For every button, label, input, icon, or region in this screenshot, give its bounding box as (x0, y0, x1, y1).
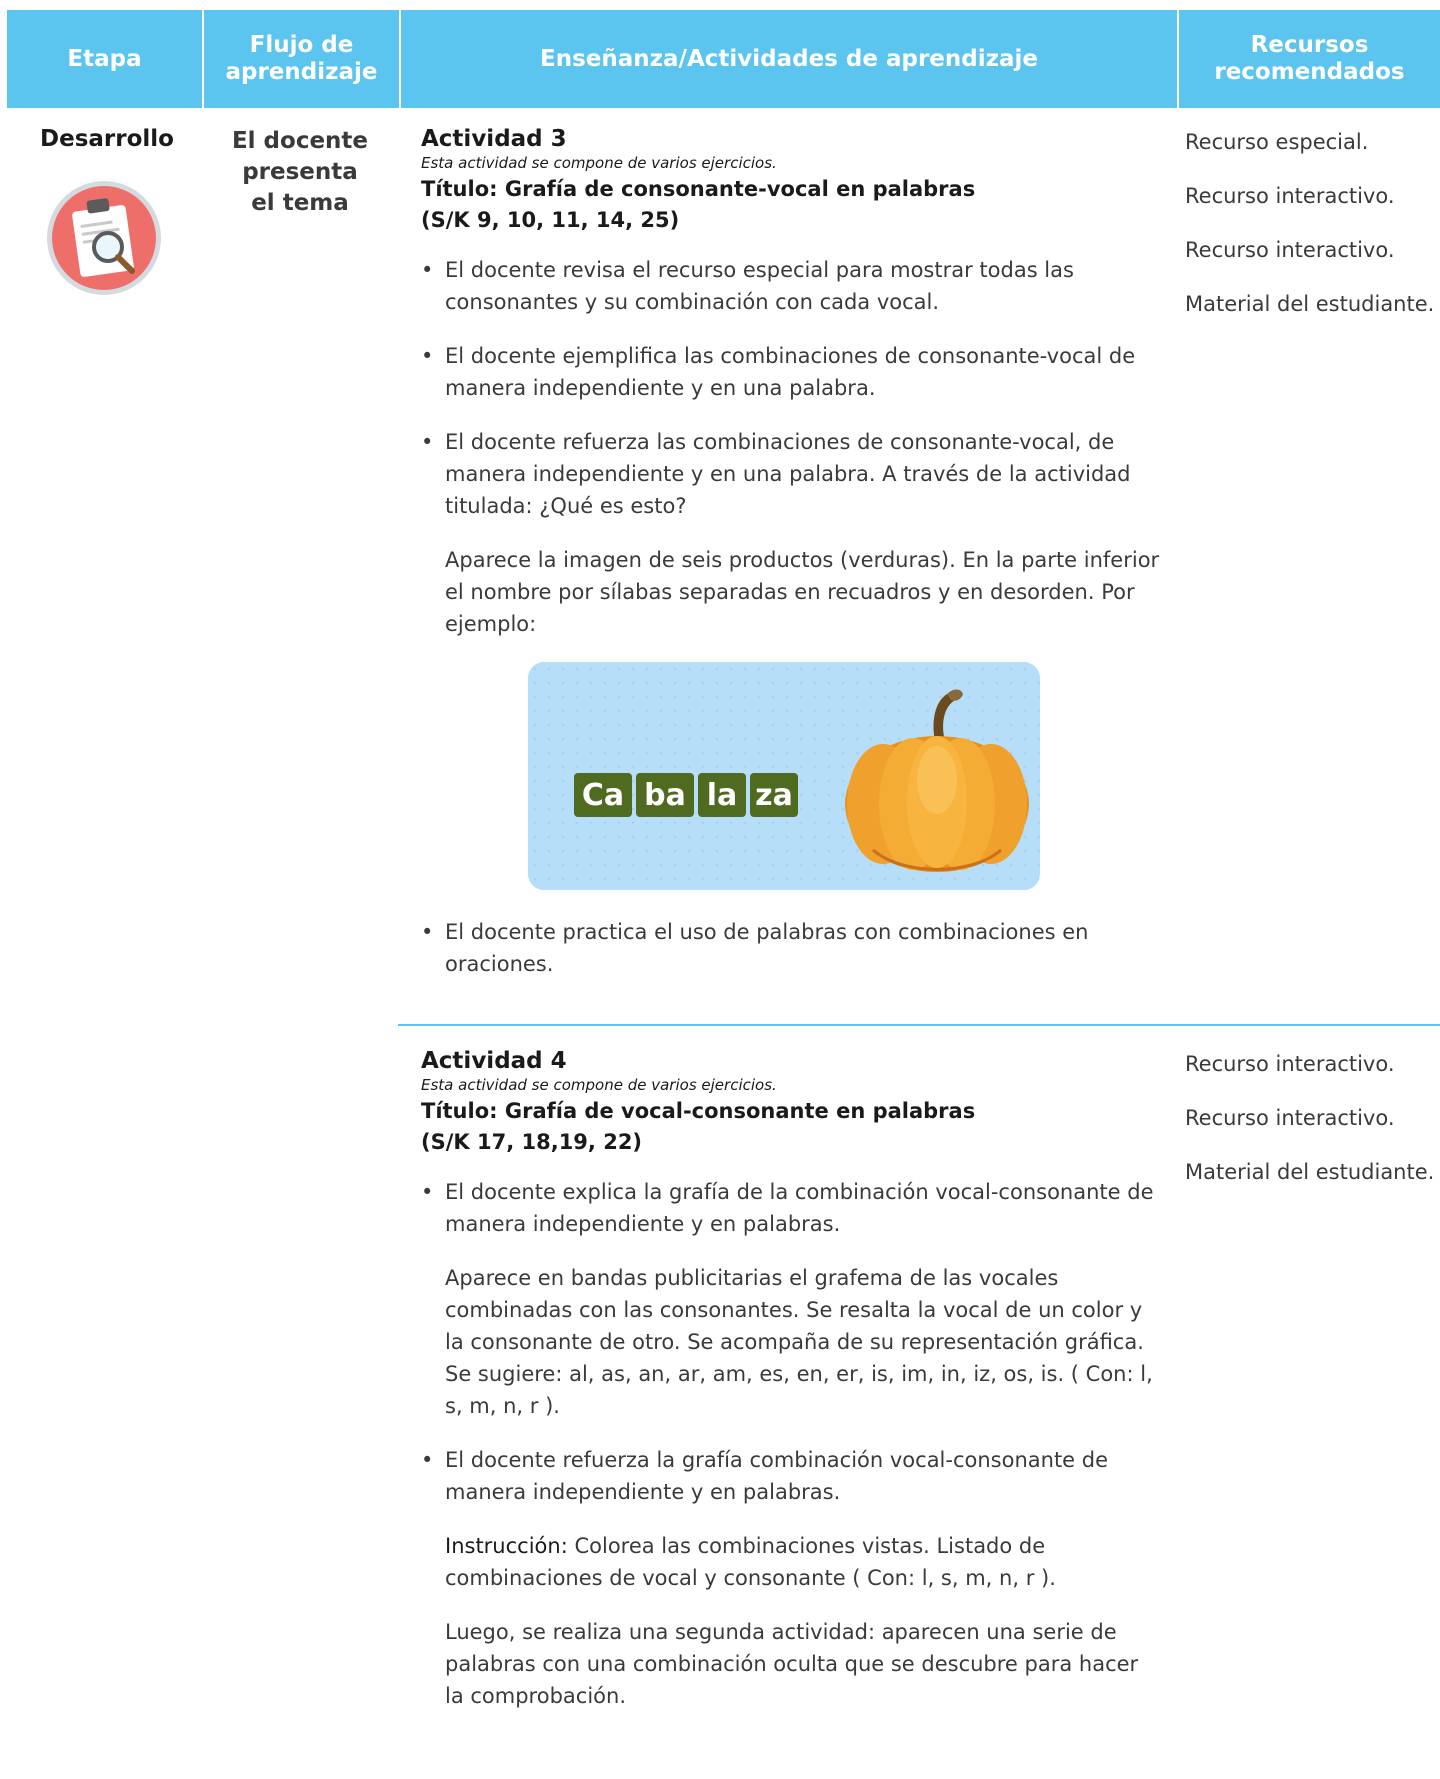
instruction-label: Instrucción: (445, 1534, 568, 1558)
syllable-tiles: Ca ba la za (574, 773, 798, 817)
resource-item: Material del estudiante. (1185, 292, 1435, 316)
resources-activity-3: Recurso especial. Recurso interactivo. R… (1185, 126, 1435, 342)
clipboard-magnifier-icon (47, 181, 161, 295)
activity-title: Actividad 3 (421, 126, 567, 152)
activity-subtitle: Título: Grafía de vocal-consonante en pa… (421, 1096, 1161, 1158)
section-divider (398, 1024, 1440, 1026)
activity-note: Esta actividad se compone de varios ejer… (421, 1076, 777, 1094)
activity-standards: (S/K 9, 10, 11, 14, 25) (421, 208, 680, 232)
activity-note: Esta actividad se compone de varios ejer… (421, 154, 777, 172)
resource-item: Material del estudiante. (1185, 1160, 1435, 1184)
header-flujo: Flujo de aprendizaje (225, 32, 378, 85)
activity-subtitle-text: Título: Grafía de vocal-consonante en pa… (421, 1099, 976, 1123)
activity-4: Actividad 4 Esta actividad se compone de… (421, 1048, 1161, 1734)
resource-item: Recurso interactivo. (1185, 238, 1395, 262)
activity-subtitle: Título: Grafía de consonante-vocal en pa… (421, 174, 1161, 236)
resource-item: Recurso interactivo. (1185, 184, 1395, 208)
syllable-tile: la (698, 773, 746, 817)
header-recursos: Recursos recomendados (1214, 32, 1405, 85)
paragraph: Aparece en bandas publicitarias el grafe… (445, 1266, 1153, 1418)
bullet-item: El docente refuerza las combinaciones de… (421, 426, 1161, 522)
bullet-item: El docente revisa el recurso especial pa… (421, 254, 1161, 318)
activity-subtitle-text: Título: Grafía de consonante-vocal en pa… (421, 177, 976, 201)
example-card: Ca ba la za (528, 662, 1040, 890)
activity-standards: (S/K 17, 18,19, 22) (421, 1130, 643, 1154)
paragraph: Aparece la imagen de seis productos (ver… (445, 548, 1160, 636)
syllable-tile: Ca (574, 773, 632, 817)
syllable-tile: ba (636, 773, 694, 817)
bullet-item: El docente ejemplifica las combinaciones… (421, 340, 1161, 404)
paragraph: Luego, se realiza una segunda actividad:… (445, 1620, 1139, 1708)
bullet-item: El docente explica la grafía de la combi… (421, 1176, 1161, 1240)
resource-item: Recurso especial. (1185, 130, 1369, 154)
pumpkin-image (845, 689, 1029, 872)
resource-item: Recurso interactivo. (1185, 1052, 1395, 1076)
activity-3: Actividad 3 Esta actividad se compone de… (421, 126, 1161, 1002)
activity-title: Actividad 4 (421, 1048, 567, 1074)
table-header: Etapa Flujo de aprendizaje Enseñanza/Act… (7, 10, 1440, 108)
syllable-tile: za (750, 773, 798, 817)
header-ensenanza: Enseñanza/Actividades de aprendizaje (540, 45, 1038, 72)
resource-item: Recurso interactivo. (1185, 1106, 1395, 1130)
flow-label: El docente presenta el tema (231, 128, 369, 216)
bullet-item: El docente practica el uso de palabras c… (421, 916, 1161, 980)
stage-label: Desarrollo (40, 126, 174, 152)
instruction: Instrucción: Colorea las combinaciones v… (421, 1530, 1161, 1594)
header-etapa: Etapa (67, 45, 142, 72)
resources-activity-4: Recurso interactivo. Recurso interactivo… (1185, 1048, 1435, 1210)
bullet-item: El docente refuerza la grafía combinació… (421, 1444, 1161, 1508)
